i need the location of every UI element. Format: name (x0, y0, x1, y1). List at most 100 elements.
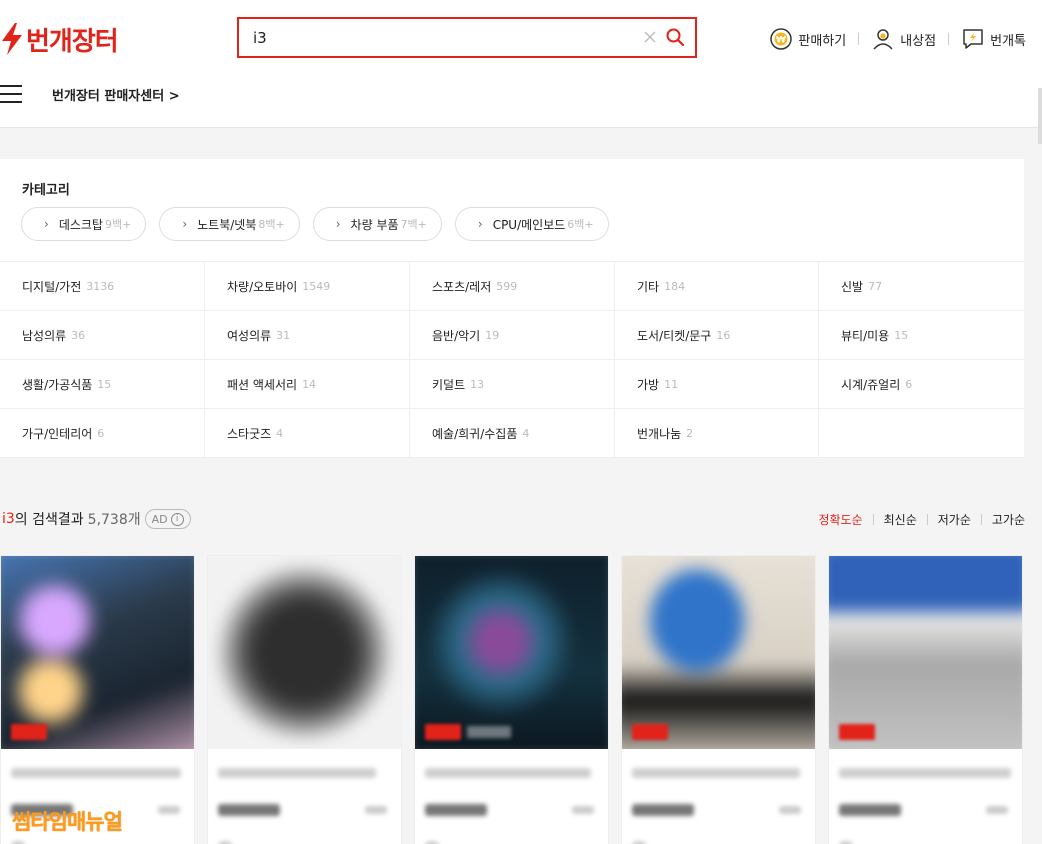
info-icon: i (170, 512, 184, 526)
result-header: i3 의 검색결과 5,738개 AD i (2, 509, 191, 529)
product-time-blurred (779, 806, 801, 814)
menu-divider (948, 33, 950, 45)
category-item[interactable]: 스타굿즈 4 (205, 409, 410, 458)
chevron-right-icon: › (182, 217, 188, 231)
product-badge-secondary (467, 726, 511, 738)
category-count: 11 (664, 377, 679, 391)
clear-icon[interactable] (643, 30, 657, 44)
category-item[interactable]: 뷰티/미용 15 (819, 311, 1024, 360)
category-chips: › 데스크탑 9백+ › 노트북/넷북 8백+ › 차량 부품 7백+ › CPU/메인보드 6… (21, 207, 622, 241)
category-item[interactable]: 스포츠/레저 599 (410, 262, 615, 311)
search-icon[interactable] (665, 27, 685, 47)
category-label: 생활/가공식품 (22, 377, 93, 392)
chevron-right-icon: › (335, 217, 341, 231)
logo[interactable]: 번개장터 (0, 22, 119, 57)
product-title-blurred (425, 768, 591, 778)
profile-icon (873, 29, 893, 50)
chat-icon (963, 29, 983, 49)
category-count: 599 (496, 279, 518, 293)
header: 번개장터 ₩ 판매하기 내상점 (0, 0, 1042, 128)
sort-high-price[interactable]: 고가순 (992, 511, 1025, 528)
category-item[interactable]: 신발 77 (819, 262, 1024, 311)
product-price-blurred (218, 804, 280, 816)
category-label: 디지털/가전 (22, 279, 82, 294)
category-chip[interactable]: › CPU/메인보드 6백+ (454, 207, 609, 241)
top-menu: ₩ 판매하기 내상점 번개톡 (769, 24, 1026, 54)
sell-icon: ₩ (770, 28, 793, 50)
category-label: 남성의류 (22, 328, 67, 343)
result-count: 5,738개 (87, 512, 141, 528)
sell-label: 판매하기 (798, 33, 847, 49)
category-chip[interactable]: › 데스크탑 9백+ (21, 207, 147, 241)
result-suffix: 의 검색결과 (14, 512, 84, 528)
product-time-blurred (572, 806, 594, 814)
category-label: 패션 액세서리 (227, 377, 298, 392)
category-count: 6 (97, 426, 105, 440)
my-shop-button[interactable]: 내상점 (871, 27, 936, 51)
product-card[interactable] (828, 555, 1023, 844)
ad-badge[interactable]: AD i (144, 509, 191, 529)
category-item[interactable]: 남성의류 36 (0, 311, 205, 360)
category-chip[interactable]: › 노트북/넷북 8백+ (159, 207, 300, 241)
category-item[interactable]: 키덜트 13 (410, 360, 615, 409)
category-label: 시계/쥬얼리 (841, 377, 901, 392)
product-card[interactable] (0, 555, 195, 844)
seller-center-link[interactable]: 번개장터 판매자센터 > (52, 85, 180, 104)
sell-button[interactable]: ₩ 판매하기 (769, 27, 846, 51)
category-label: 키덜트 (432, 377, 466, 392)
category-item[interactable]: 디지털/가전 3136 (0, 262, 205, 311)
chip-count: 6백+ (567, 218, 594, 231)
category-count: 77 (868, 279, 883, 293)
category-item[interactable]: 번개나눔 2 (615, 409, 819, 458)
lightning-icon (2, 23, 22, 55)
chip-count: 7백+ (400, 218, 427, 231)
category-item[interactable]: 음반/악기 19 (410, 311, 615, 360)
category-grid: 디지털/가전 3136 차량/오토바이 1549 스포츠/레저 599 기타 184 신… (0, 261, 1024, 458)
category-label: 뷰티/미용 (841, 328, 890, 343)
category-count: 4 (276, 426, 284, 440)
category-item[interactable]: 도서/티켓/문구 16 (615, 311, 819, 360)
product-card[interactable] (414, 555, 609, 844)
sort-accuracy[interactable]: 정확도순 (818, 511, 862, 528)
product-time-blurred (158, 806, 180, 814)
menu-divider (858, 33, 860, 45)
category-count: 15 (894, 328, 909, 342)
watermark: 썸타임매뉴얼 (12, 810, 123, 834)
svg-text:₩: ₩ (776, 36, 786, 46)
category-count: 15 (97, 377, 112, 391)
category-item[interactable]: 가구/인테리어 6 (0, 409, 205, 458)
category-chip[interactable]: › 차량 부품 7백+ (312, 207, 442, 241)
product-card[interactable] (207, 555, 402, 844)
category-label: 신발 (841, 279, 864, 294)
product-thumbnail (622, 556, 815, 749)
scroll-edge (1038, 88, 1042, 144)
product-card[interactable] (621, 555, 816, 844)
category-count: 6 (905, 377, 913, 391)
category-item[interactable]: 가방 11 (615, 360, 819, 409)
chat-label: 번개톡 (990, 33, 1026, 49)
category-item[interactable]: 생활/가공식품 15 (0, 360, 205, 409)
sort-latest[interactable]: 최신순 (884, 511, 917, 528)
category-item[interactable]: 여성의류 31 (205, 311, 410, 360)
subnav: 번개장터 판매자센터 > (0, 80, 180, 108)
product-price-blurred (632, 804, 694, 816)
category-count: 36 (71, 328, 86, 342)
chip-count: 8백+ (258, 218, 285, 231)
category-label: 여성의류 (227, 328, 272, 343)
product-thumbnail (829, 556, 1022, 749)
search-input[interactable] (253, 28, 633, 48)
category-count: 14 (302, 377, 317, 391)
category-count: 31 (276, 328, 291, 342)
category-item[interactable]: 차량/오토바이 1549 (205, 262, 410, 311)
sort-low-price[interactable]: 저가순 (938, 511, 971, 528)
category-item[interactable]: 예술/희귀/수집품 4 (410, 409, 615, 458)
menu-icon[interactable] (0, 85, 22, 103)
category-item[interactable]: 기타 184 (615, 262, 819, 311)
category-label: 음반/악기 (432, 328, 481, 343)
category-item[interactable]: 패션 액세서리 14 (205, 360, 410, 409)
category-label: 번개나눔 (637, 426, 682, 441)
chat-button[interactable]: 번개톡 (961, 27, 1026, 51)
category-item[interactable]: 시계/쥬얼리 6 (819, 360, 1024, 409)
product-thumbnail (415, 556, 608, 749)
product-badge (839, 724, 875, 740)
